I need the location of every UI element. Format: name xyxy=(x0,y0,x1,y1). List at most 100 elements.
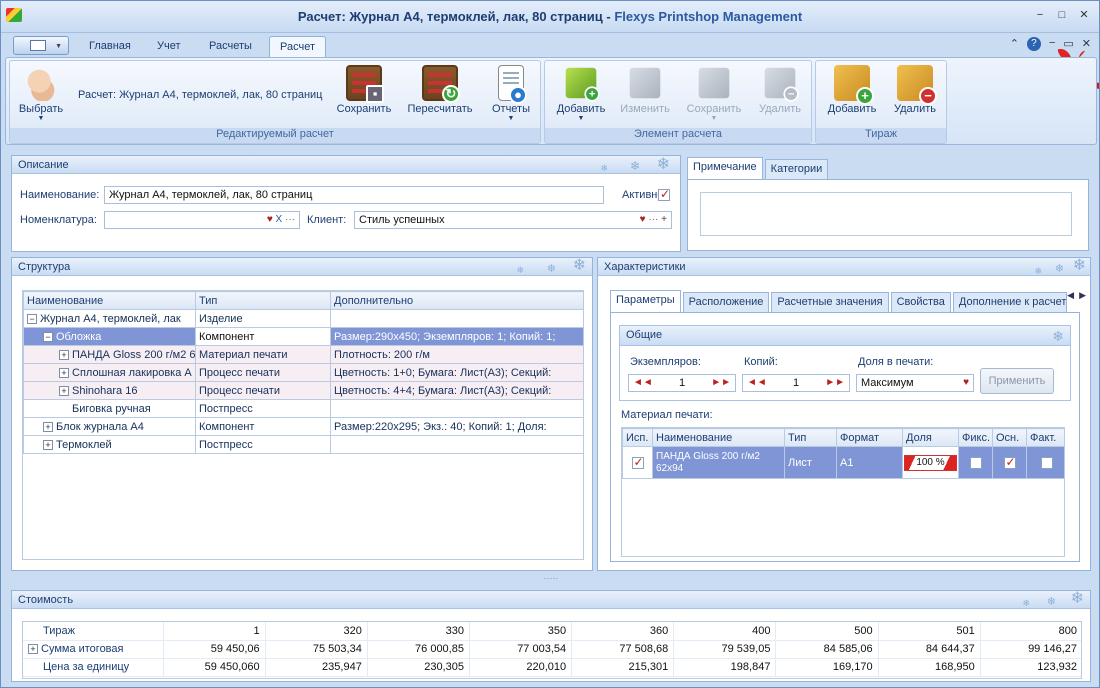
tab-accounting[interactable]: Учет xyxy=(147,36,191,57)
nomenclature-actions-icon[interactable]: ♥ X ··· xyxy=(267,214,295,225)
tab-calculations[interactable]: Расчеты xyxy=(199,36,262,57)
apply-button[interactable]: Применить xyxy=(980,368,1054,394)
material-label: Материал печати: xyxy=(621,409,713,421)
notes-textarea[interactable] xyxy=(700,192,1072,236)
group-label-run: Тираж xyxy=(816,128,946,143)
structure-row[interactable]: + Термоклей Постпресс xyxy=(23,435,583,454)
expand-icon[interactable]: + xyxy=(43,421,53,432)
col-share[interactable]: Доля xyxy=(902,428,959,447)
tab-calc-addition[interactable]: Дополнение к расчет xyxy=(952,292,1067,312)
reports-button[interactable]: ● Отчеты ▼ xyxy=(486,63,536,125)
col-used[interactable]: Исп. xyxy=(622,428,653,447)
element-delete-button[interactable]: − Удалить xyxy=(751,63,809,125)
share-select[interactable]: Максимум ♥ xyxy=(856,374,974,392)
structure-row[interactable]: + ПАНДА Gloss 200 г/м2 6 Материал печати Пл… xyxy=(23,345,583,364)
splitter-handle[interactable]: ····· xyxy=(541,574,561,583)
main-checkbox[interactable] xyxy=(1003,455,1016,469)
expand-icon[interactable]: + xyxy=(43,439,53,450)
element-add-button[interactable]: + Добавить ▼ xyxy=(551,63,611,125)
client-label: Клиент: xyxy=(307,214,347,226)
col-type[interactable]: Тип xyxy=(195,291,331,310)
structure-tree: Наименование Тип Дополнительно − Журнал А… xyxy=(22,290,584,560)
tab-scroll-left-icon[interactable]: ◀ xyxy=(1067,290,1074,301)
group-edited-calculation: Выбрать ▼ Расчет: Журнал А4, термоклей, … xyxy=(9,60,541,144)
cost-grid: Тираж 1 320 330 350 360 400 500 501 800 + Сумма ито… xyxy=(22,621,1082,679)
close-icon[interactable]: ✕ xyxy=(1075,7,1093,23)
row-extra xyxy=(330,435,583,454)
expand-icon[interactable]: + xyxy=(59,385,69,396)
expand-icon[interactable]: + xyxy=(59,349,69,360)
copies-stepper[interactable]: ◄◄ 1 ►► xyxy=(628,374,736,392)
run-delete-button[interactable]: − Удалить xyxy=(886,63,944,125)
material-share-cell[interactable]: 100 % xyxy=(902,446,959,479)
material-row[interactable]: ПАНДА Gloss 200 г/м2 62x94 Лист A1 100 % xyxy=(622,446,1064,479)
tab-parameters[interactable]: Параметры xyxy=(610,290,681,312)
save-calc-button[interactable]: ▪ Сохранить xyxy=(334,63,394,125)
tab-home[interactable]: Главная xyxy=(79,36,141,57)
row-name: Биговка ручная xyxy=(72,402,151,415)
recalc-button[interactable]: ↻ Пересчитать xyxy=(404,63,476,125)
cost-cell: 76 000,85 xyxy=(367,640,470,659)
snowflake-icon: ❄ xyxy=(1034,266,1042,276)
element-edit-button[interactable]: Изменить xyxy=(615,63,675,125)
structure-row[interactable]: − Журнал А4, термоклей, лак Изделие xyxy=(23,309,583,328)
minimize-icon[interactable]: − xyxy=(1031,7,1049,23)
name-field[interactable]: Журнал А4, термоклей, лак, 80 страниц xyxy=(104,186,604,204)
structure-row[interactable]: + Сплошная лакировка А Процесс печати Цветн… xyxy=(23,363,583,382)
tab-notes[interactable]: Примечание xyxy=(687,157,763,179)
active-checkbox[interactable] xyxy=(658,187,670,201)
client-actions-icon[interactable]: ♥ ··· + xyxy=(640,214,667,225)
tab-scroll-right-icon[interactable]: ▶ xyxy=(1079,290,1086,301)
structure-row[interactable]: + Блок журнала А4 Компонент Размер:220x295;… xyxy=(23,417,583,436)
element-save-button[interactable]: Сохранить ▼ xyxy=(681,63,747,125)
tab-categories[interactable]: Категории xyxy=(764,159,829,179)
name-label: Наименование: xyxy=(20,189,100,201)
collapse-icon[interactable]: − xyxy=(43,331,53,342)
hand-icon xyxy=(23,65,59,101)
tab-properties[interactable]: Свойства xyxy=(890,292,951,312)
row-name: Сплошная лакировка А xyxy=(72,366,192,379)
structure-row[interactable]: − Обложка Компонент Размер:290x450; Экземпл… xyxy=(23,327,583,346)
structure-row[interactable]: Биговка ручная Постпресс xyxy=(23,399,583,418)
col-main[interactable]: Осн. xyxy=(992,428,1027,447)
col-fact[interactable]: Факт. xyxy=(1026,428,1064,447)
nomenclature-field[interactable]: ♥ X ··· xyxy=(104,211,300,229)
share-dropdown-icon[interactable]: ♥ xyxy=(963,377,969,388)
kopii-stepper[interactable]: ◄◄ 1 ►► xyxy=(742,374,850,392)
row-extra xyxy=(330,399,583,418)
tab-calculated-values[interactable]: Расчетные значения xyxy=(771,292,889,312)
fact-checkbox[interactable] xyxy=(1040,456,1053,469)
element-delete-label: Удалить xyxy=(759,103,801,115)
expand-icon[interactable]: + xyxy=(59,367,69,378)
parameters-page: Общие ❄ Экземпляров: ◄◄ 1 ►► Копий: ◄◄ 1 ►► … xyxy=(610,312,1080,562)
copies-label: Экземпляров: xyxy=(630,356,701,368)
cost-cell: 123,932 xyxy=(980,658,1081,677)
cost-cell: 169,170 xyxy=(775,658,879,677)
cost-cell: 75 503,34 xyxy=(265,640,368,659)
fixed-checkbox[interactable] xyxy=(969,456,982,469)
collapse-icon[interactable]: − xyxy=(27,313,37,324)
run-add-button[interactable]: + Добавить xyxy=(822,63,882,125)
expand-icon[interactable]: + xyxy=(28,644,38,655)
snowflake-icon: ❄ xyxy=(1022,598,1030,608)
col-format[interactable]: Формат xyxy=(836,428,903,447)
used-checkbox[interactable] xyxy=(631,455,644,469)
client-field[interactable]: Стиль успешных ♥ ··· + xyxy=(354,211,672,229)
col-extra[interactable]: Дополнительно xyxy=(330,291,583,310)
tab-calculation[interactable]: Расчет xyxy=(269,36,326,57)
col-mat-type[interactable]: Тип xyxy=(784,428,837,447)
cost-panel: Стоимость ❄ ❄ ❄ Тираж 1 320 330 350 360 400 500… xyxy=(11,590,1091,682)
cube-delete-icon: − xyxy=(764,67,799,102)
application-menu-button[interactable]: ▼ xyxy=(13,36,69,55)
col-fixed[interactable]: Фикс. xyxy=(958,428,993,447)
select-button[interactable]: Выбрать ▼ xyxy=(14,63,68,125)
row-extra xyxy=(330,309,583,328)
element-add-label: Добавить xyxy=(556,103,606,115)
tab-layout[interactable]: Расположение xyxy=(682,292,770,312)
group-label-element: Элемент расчета xyxy=(545,128,811,143)
col-mat-name[interactable]: Наименование xyxy=(652,428,785,447)
cost-cell: 198,847 xyxy=(673,658,777,677)
col-name[interactable]: Наименование xyxy=(23,291,196,310)
maximize-icon[interactable]: □ xyxy=(1053,7,1071,23)
structure-row[interactable]: + Shinohara 16 Процесс печати Цветность: 4+… xyxy=(23,381,583,400)
